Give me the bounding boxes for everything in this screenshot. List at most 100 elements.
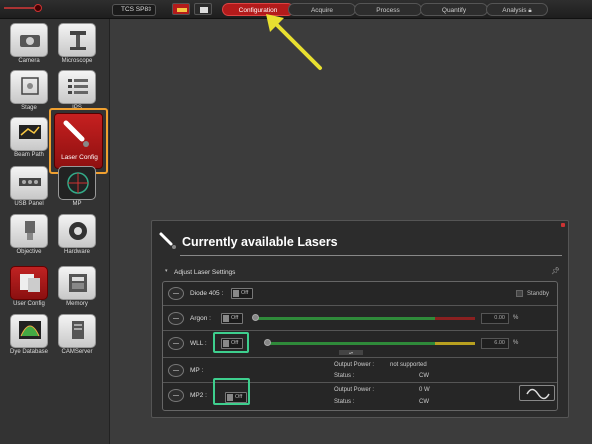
divider <box>180 255 562 256</box>
laser-name: MP2 : <box>190 392 207 399</box>
config-select-value: TCS SP8 <box>121 6 149 13</box>
microscope-icon <box>70 31 86 50</box>
laser-pen-icon <box>63 120 89 147</box>
tab-quantify[interactable]: Quantify <box>420 3 488 16</box>
tool-label: Memory <box>66 301 88 307</box>
laser-mode-button[interactable] <box>172 3 190 15</box>
tool-dye-database[interactable]: Dye Database <box>10 314 48 360</box>
laser-knob-icon[interactable] <box>168 312 184 325</box>
tool-label: MP <box>72 201 82 207</box>
tool-label: Hardware <box>63 249 90 255</box>
standby-checkbox[interactable]: Standby <box>515 290 549 298</box>
usb-panel-icon <box>19 178 41 186</box>
laser-icon <box>177 8 187 12</box>
tab-label: Process <box>376 7 400 14</box>
tool-label: Objective <box>16 249 42 255</box>
output-power-value: 0 W <box>419 387 430 393</box>
tool-label: Dye Database <box>9 349 49 355</box>
tool-laser-config[interactable]: Laser Config <box>54 113 103 169</box>
toggle-label: Off <box>231 315 239 321</box>
toggle-label: Off <box>241 290 249 296</box>
tab-process[interactable]: Process <box>354 3 422 16</box>
user-config-icon <box>20 274 40 292</box>
panel-title: Currently available Lasers <box>182 235 338 249</box>
tab-label: Quantify <box>441 7 467 14</box>
unit-label: % <box>513 340 519 346</box>
tab-analysis[interactable]: Analysis 🔒︎ <box>486 3 548 16</box>
status-label: Status : <box>334 399 355 405</box>
slider-handle[interactable] <box>264 339 271 346</box>
tool-hardware[interactable]: Hardware <box>58 214 96 260</box>
tool-objective[interactable]: Objective <box>10 214 48 260</box>
lock-icon: 🔒︎ <box>528 7 532 14</box>
laser-knob-icon[interactable] <box>168 364 184 377</box>
laser-toggle[interactable]: Off <box>231 288 253 299</box>
laser-knob-icon[interactable] <box>168 337 184 350</box>
status-label: Status : <box>334 373 355 379</box>
tool-usb-panel[interactable]: USB Panel <box>10 166 48 212</box>
camera-icon <box>20 35 40 47</box>
beam-path-icon <box>19 125 41 139</box>
wll-slider[interactable] <box>264 339 435 346</box>
laser-name: Diode 405 : <box>190 290 224 297</box>
close-icon[interactable] <box>561 223 565 227</box>
tool-label: Beam Path <box>14 152 44 158</box>
status-value: CW <box>419 399 429 405</box>
wave-mode-button[interactable] <box>519 385 555 401</box>
objective-icon <box>25 221 35 240</box>
tool-label: User Config <box>13 301 45 307</box>
laser-row-diode405: Diode 405 : Off Standby <box>163 282 557 306</box>
argon-slider[interactable] <box>252 314 435 321</box>
tool-microscope[interactable]: Microscope <box>58 23 96 69</box>
mp2-toggle-highlight <box>213 378 250 405</box>
tool-label: CAMServer <box>61 349 93 355</box>
tool-camserver[interactable]: CAMServer <box>58 314 96 360</box>
camera-mode-button[interactable] <box>194 3 212 15</box>
laser-knob-icon[interactable] <box>168 287 184 300</box>
tool-label: Camera <box>18 58 40 64</box>
tool-mp[interactable]: MP <box>58 166 96 212</box>
expand-handle[interactable]: ▴▾ <box>339 350 363 355</box>
slider-handle[interactable] <box>252 314 259 321</box>
argon-slider-limit <box>435 317 475 320</box>
output-power-value: not supported <box>390 362 427 368</box>
unit-label: % <box>513 315 519 321</box>
laser-row-argon: Argon : Off 0.00 % <box>163 307 557 331</box>
wll-value-field[interactable]: 6.00 <box>481 338 509 349</box>
output-power-label: Output Power : <box>334 362 375 368</box>
updown-icon: ⇕ <box>146 7 152 13</box>
tool-stage[interactable]: Stage <box>10 70 48 116</box>
laser-name: WLL : <box>190 340 207 347</box>
standby-label: Standby <box>526 291 549 298</box>
wll-toggle-highlight <box>213 332 249 353</box>
section-header[interactable]: ▾ Adjust Laser Settings 📌︎ <box>160 267 562 278</box>
collapse-icon: ▾ <box>165 268 168 274</box>
pin-icon[interactable]: 📌︎ <box>551 267 560 275</box>
section-title: Adjust Laser Settings <box>174 269 236 276</box>
yellow-arrow-annotation <box>266 14 322 70</box>
tool-beam-path[interactable]: Beam Path <box>10 117 48 163</box>
leica-logo <box>4 3 48 13</box>
laser-knob-icon[interactable] <box>168 389 184 402</box>
server-icon <box>72 321 84 339</box>
tool-camera[interactable]: Camera <box>10 23 48 69</box>
stage-icon <box>21 77 39 95</box>
config-select[interactable]: TCS SP8 ⇕ <box>112 4 156 16</box>
laser-name: Argon : <box>190 315 211 322</box>
laser-pen-icon <box>159 232 176 249</box>
tool-label: Stage <box>21 105 37 111</box>
tool-label: Microscope <box>61 58 93 64</box>
laser-toggle[interactable]: Off <box>221 313 243 324</box>
argon-value-field[interactable]: 0.00 <box>481 313 509 324</box>
output-power-label: Output Power : <box>334 387 375 393</box>
tool-user-config[interactable]: User Config <box>10 266 48 312</box>
tab-label: Analysis <box>502 7 527 14</box>
ips-icon <box>68 79 88 94</box>
dye-database-icon <box>19 321 41 339</box>
tool-label: Laser Config <box>61 154 98 161</box>
wll-slider-limit <box>435 342 475 345</box>
tool-memory[interactable]: Memory <box>58 266 96 312</box>
tool-label: USB Panel <box>14 201 44 207</box>
memory-icon <box>69 274 87 292</box>
status-value: CW <box>419 373 429 379</box>
